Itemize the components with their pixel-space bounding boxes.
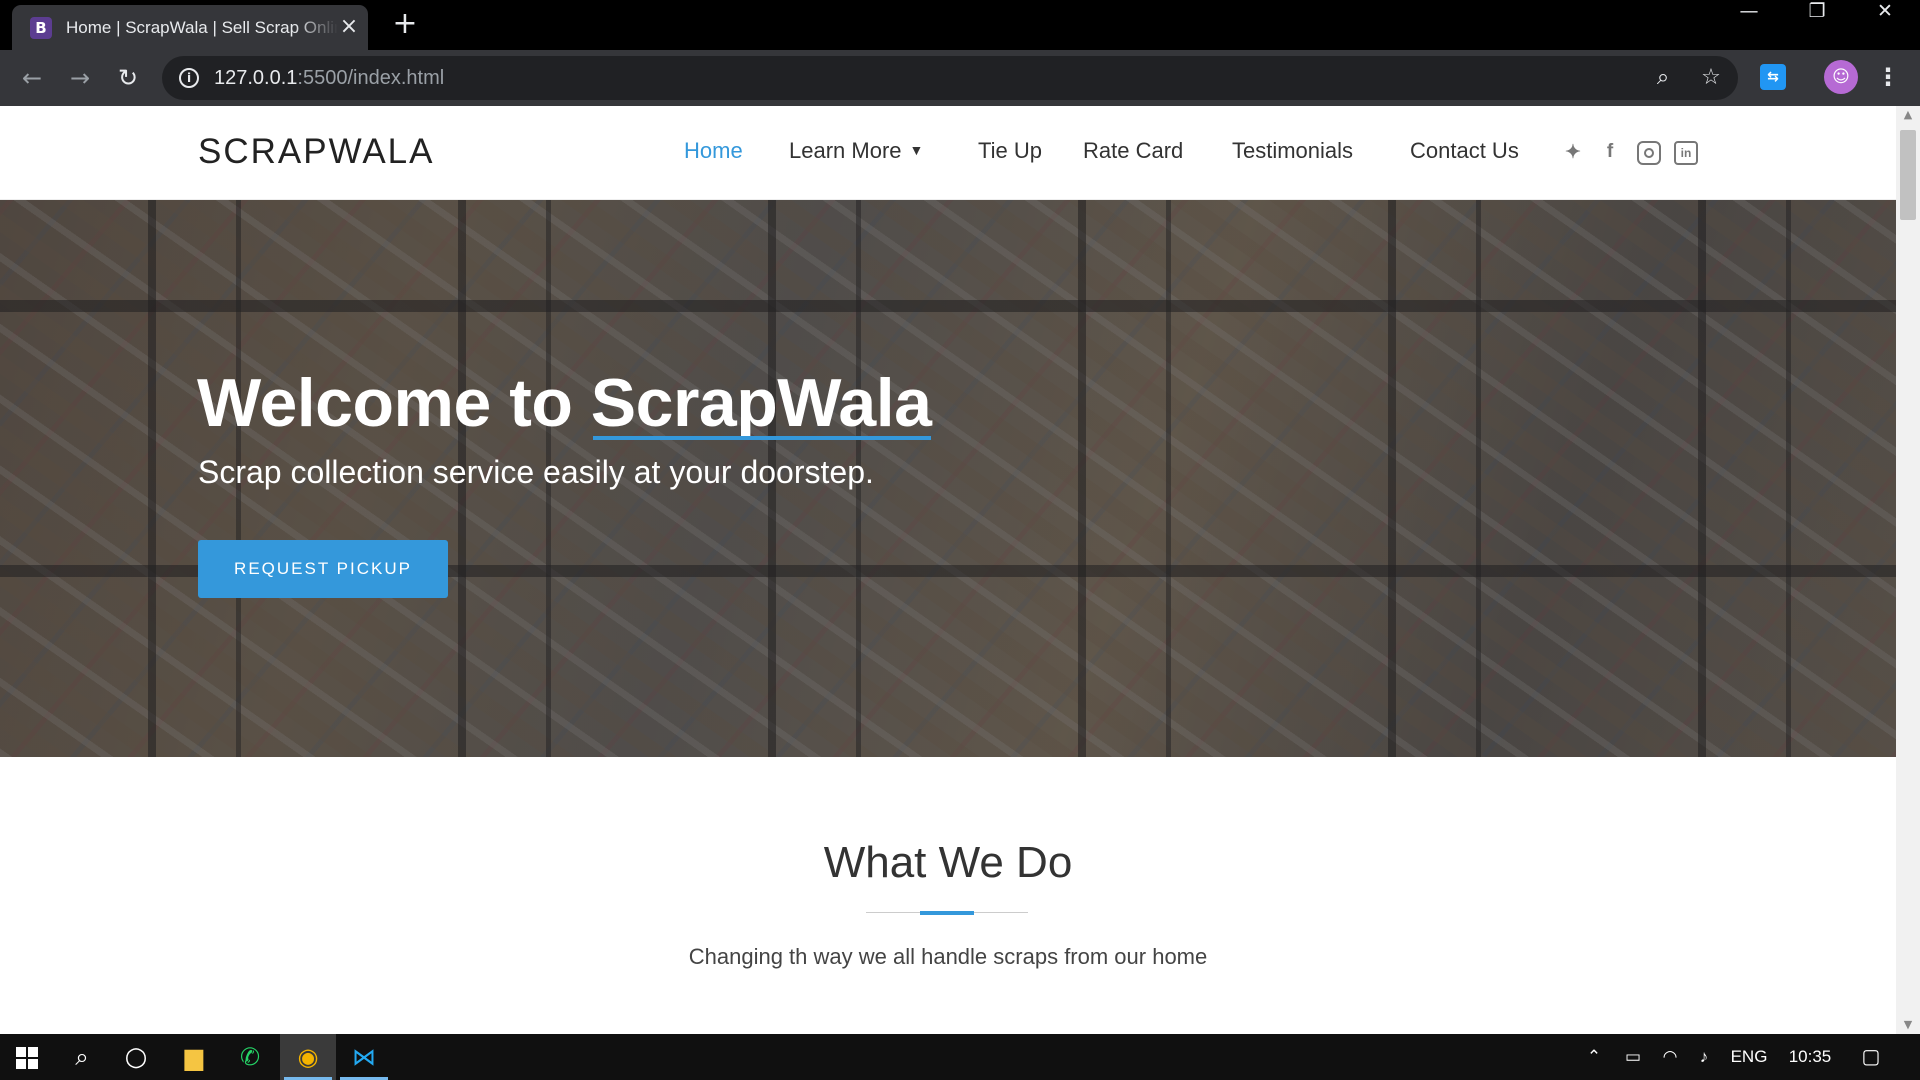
site-header: SCRAPWALA Home Learn More ▼ Tie Up Rate C… bbox=[0, 106, 1896, 200]
windows-logo-icon bbox=[16, 1047, 38, 1069]
nav-testimonials[interactable]: Testimonials bbox=[1232, 138, 1353, 164]
file-explorer-icon[interactable]: ▆ bbox=[166, 1034, 222, 1080]
chrome-icon[interactable]: ◉ bbox=[280, 1034, 336, 1080]
twitter-icon[interactable]: ✦ bbox=[1561, 141, 1585, 165]
battery-icon[interactable]: ▭ bbox=[1618, 1034, 1648, 1080]
hero-title-prefix: Welcome to bbox=[197, 365, 591, 441]
cortana-icon[interactable]: ○ bbox=[108, 1034, 164, 1080]
taskbar: ⌕ ○ ▆ ✆ ◉ ⋈ ⌃ ▭ ◠ ♪ ENG 10:35 ▢ bbox=[0, 1034, 1920, 1080]
nav-learn-more[interactable]: Learn More ▼ bbox=[789, 138, 923, 164]
profile-avatar[interactable]: ☺ bbox=[1824, 60, 1858, 94]
nav-learn-more-label: Learn More bbox=[789, 138, 902, 163]
address-bar[interactable]: i 127.0.0.1:5500/index.html ⌕ ☆ bbox=[162, 56, 1738, 100]
nav-tie-up[interactable]: Tie Up bbox=[978, 138, 1042, 164]
bootstrap-favicon-icon: B bbox=[30, 17, 52, 39]
scroll-down-icon[interactable]: ▼ bbox=[1896, 1016, 1920, 1034]
section-divider-accent bbox=[920, 911, 974, 915]
whatsapp-icon[interactable]: ✆ bbox=[222, 1034, 278, 1080]
linkedin-icon[interactable]: in bbox=[1674, 141, 1698, 165]
hero-title-brand: ScrapWala bbox=[590, 365, 932, 441]
page-viewport: SCRAPWALA Home Learn More ▼ Tie Up Rate C… bbox=[0, 106, 1896, 1034]
reload-icon[interactable]: ↻ bbox=[114, 64, 142, 92]
extension-icon[interactable]: ⇆ bbox=[1760, 64, 1786, 90]
tray-overflow-icon[interactable]: ⌃ bbox=[1580, 1034, 1608, 1080]
hero-subtitle: Scrap collection service easily at your … bbox=[198, 454, 874, 490]
site-logo[interactable]: SCRAPWALA bbox=[198, 132, 434, 172]
restore-icon[interactable]: ❐ bbox=[1784, 0, 1850, 44]
star-icon[interactable]: ☆ bbox=[1698, 65, 1724, 91]
close-tab-icon[interactable]: × bbox=[338, 16, 360, 39]
language-indicator[interactable]: ENG bbox=[1726, 1034, 1772, 1080]
url-host: 127.0.0.1 bbox=[214, 67, 298, 89]
volume-icon[interactable]: ♪ bbox=[1690, 1034, 1718, 1080]
new-tab-icon[interactable]: + bbox=[390, 9, 420, 40]
browser-tab-bar: B Home | ScrapWala | Sell Scrap Online ×… bbox=[0, 0, 1920, 50]
notifications-icon[interactable]: ▢ bbox=[1854, 1034, 1888, 1080]
close-window-icon[interactable]: ✕ bbox=[1852, 0, 1918, 44]
what-we-do-subtitle: Changing th way we all handle scraps fro… bbox=[688, 944, 1208, 969]
zoom-icon[interactable]: ⌕ bbox=[1650, 65, 1676, 91]
nav-contact-us[interactable]: Contact Us bbox=[1410, 138, 1519, 164]
facebook-icon[interactable]: f bbox=[1598, 141, 1622, 165]
menu-icon[interactable]: ⋮ bbox=[1876, 62, 1900, 92]
search-icon[interactable]: ⌕ bbox=[54, 1034, 110, 1080]
nav-rate-card[interactable]: Rate Card bbox=[1083, 138, 1183, 164]
clock[interactable]: 10:35 bbox=[1780, 1034, 1840, 1080]
forward-icon[interactable]: → bbox=[66, 64, 94, 92]
request-pickup-button[interactable]: REQUEST PICKUP bbox=[198, 540, 448, 598]
minimize-icon[interactable]: — bbox=[1716, 0, 1782, 44]
what-we-do-title: What We Do bbox=[823, 838, 1073, 887]
page-scrollbar[interactable]: ▲ ▼ bbox=[1896, 106, 1920, 1034]
browser-tab[interactable]: B Home | ScrapWala | Sell Scrap Online × bbox=[12, 5, 368, 50]
instagram-icon[interactable] bbox=[1637, 141, 1661, 165]
vscode-icon[interactable]: ⋈ bbox=[336, 1034, 392, 1080]
tab-title: Home | ScrapWala | Sell Scrap Online bbox=[66, 18, 338, 37]
url-path: :5500/index.html bbox=[297, 67, 445, 89]
scroll-thumb[interactable] bbox=[1900, 130, 1916, 220]
url-text[interactable]: 127.0.0.1:5500/index.html bbox=[214, 67, 444, 90]
hero-title: Welcome to ScrapWala bbox=[197, 364, 932, 442]
browser-toolbar: ← → ↻ i 127.0.0.1:5500/index.html ⌕ ☆ ⇆ … bbox=[0, 50, 1920, 106]
chevron-down-icon: ▼ bbox=[909, 142, 924, 158]
back-icon[interactable]: ← bbox=[18, 64, 46, 92]
nav-home[interactable]: Home bbox=[684, 138, 743, 164]
wifi-icon[interactable]: ◠ bbox=[1656, 1034, 1684, 1080]
scroll-up-icon[interactable]: ▲ bbox=[1896, 106, 1920, 124]
hero-section: Welcome to ScrapWala Scrap collection se… bbox=[0, 200, 1896, 757]
start-icon[interactable] bbox=[0, 1034, 56, 1080]
site-info-icon[interactable]: i bbox=[179, 68, 199, 88]
